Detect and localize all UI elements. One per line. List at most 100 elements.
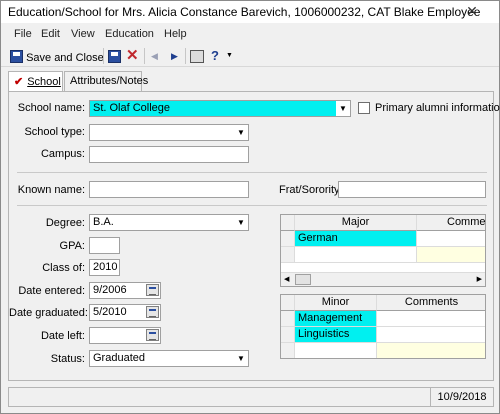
major-comments-column-header[interactable]: Commen xyxy=(417,215,485,231)
scroll-left-icon[interactable]: ◀ xyxy=(284,275,289,283)
date-graduated-input[interactable]: 5/2010 xyxy=(89,304,161,321)
save-close-icon xyxy=(10,50,23,63)
toolbar-separator xyxy=(103,48,104,64)
chevron-down-icon[interactable]: ▼ xyxy=(234,215,248,230)
save-and-close-label: Save and Close xyxy=(26,52,104,64)
minor-comments-column-header[interactable]: Comments xyxy=(377,295,485,311)
table-row-minor[interactable]: Management xyxy=(295,311,377,327)
tab-school-label: School xyxy=(27,76,61,88)
primary-alumni-label: Primary alumni information xyxy=(375,102,500,114)
tab-attributes-label: Attributes/Notes xyxy=(70,75,149,87)
chevron-down-icon[interactable]: ▼ xyxy=(234,351,248,366)
row-selector[interactable] xyxy=(281,327,295,343)
scroll-thumb[interactable] xyxy=(295,274,311,285)
date-entered-label: Date entered: xyxy=(18,285,85,297)
school-type-combo[interactable]: ▼ xyxy=(89,124,249,141)
calendar-icon[interactable] xyxy=(146,329,159,341)
date-entered-input[interactable]: 9/2006 xyxy=(89,282,161,299)
primary-alumni-checkbox[interactable] xyxy=(358,102,370,114)
help-icon[interactable]: ? xyxy=(211,48,219,64)
frat-label: Frat/Sorority: xyxy=(279,184,343,196)
school-name-label: School name: xyxy=(17,102,85,114)
close-button[interactable]: ✕ xyxy=(449,2,495,21)
row-selector[interactable] xyxy=(281,231,295,247)
chevron-down-icon[interactable]: ▼ xyxy=(336,101,350,116)
toolbar-separator xyxy=(185,48,186,64)
school-name-combo[interactable]: St. Olaf College ▼ xyxy=(89,100,351,117)
campus-label: Campus: xyxy=(40,148,85,160)
save-and-close-button[interactable]: Save and Close ▼ xyxy=(10,48,114,64)
grid-corner xyxy=(281,295,295,311)
major-grid[interactable]: Major Commen German ◀ ▶ xyxy=(280,214,486,287)
status-bar: 10/9/2018 xyxy=(8,387,494,407)
education-window: Education/School for Mrs. Alicia Constan… xyxy=(0,0,500,414)
row-selector[interactable] xyxy=(281,247,295,263)
degree-value: B.A. xyxy=(93,216,114,228)
menu-edit[interactable]: Edit xyxy=(41,28,60,40)
status-date: 10/9/2018 xyxy=(430,388,493,406)
section-divider xyxy=(17,172,487,173)
table-row-comments[interactable] xyxy=(417,231,485,247)
tab-attributes-notes[interactable]: Attributes/Notes xyxy=(64,71,148,91)
help-dropdown-icon[interactable]: ▼ xyxy=(226,48,233,64)
menu-bar: File Edit View Education Help xyxy=(1,26,499,42)
status-label: Status: xyxy=(50,353,85,365)
major-column-header[interactable]: Major xyxy=(295,215,417,231)
degree-combo[interactable]: B.A. ▼ xyxy=(89,214,249,231)
new-row-major[interactable] xyxy=(295,247,417,263)
known-name-label: Known name: xyxy=(17,184,85,196)
horizontal-scrollbar[interactable]: ◀ ▶ xyxy=(281,272,485,286)
new-row-minor[interactable] xyxy=(295,343,377,358)
frat-input[interactable] xyxy=(338,181,486,198)
new-row-comments[interactable] xyxy=(417,247,485,263)
menu-view[interactable]: View xyxy=(71,28,95,40)
table-row-comments[interactable] xyxy=(377,311,485,327)
gpa-label: GPA: xyxy=(59,240,85,252)
known-name-input[interactable] xyxy=(89,181,249,198)
table-row-comments[interactable] xyxy=(377,327,485,343)
scroll-right-icon[interactable]: ▶ xyxy=(477,275,482,283)
table-row-minor[interactable]: Linguistics xyxy=(295,327,377,343)
class-of-input[interactable]: 2010 xyxy=(89,259,120,276)
degree-label: Degree: xyxy=(45,217,85,229)
save-button[interactable] xyxy=(108,48,121,64)
next-record-icon[interactable]: ▶ xyxy=(171,48,178,64)
toolbar-separator xyxy=(144,48,145,64)
date-left-label: Date left: xyxy=(40,330,85,342)
status-combo[interactable]: Graduated ▼ xyxy=(89,350,249,367)
calendar-icon[interactable] xyxy=(146,306,159,318)
date-entered-value: 9/2006 xyxy=(93,284,127,296)
menu-help[interactable]: Help xyxy=(164,28,187,40)
save-icon xyxy=(108,50,121,63)
school-name-value: St. Olaf College xyxy=(93,102,171,114)
school-tab-panel: School name: St. Olaf College ▼ Primary … xyxy=(8,91,500,381)
table-row-major[interactable]: German xyxy=(295,231,417,247)
date-graduated-value: 5/2010 xyxy=(93,306,127,318)
status-value: Graduated xyxy=(93,352,145,364)
toolbar: Save and Close ▼ ✕ ◀ ▶ ? ▼ xyxy=(1,45,499,67)
minor-column-header[interactable]: Minor xyxy=(295,295,377,311)
new-row-comments[interactable] xyxy=(377,343,485,358)
previous-record-icon[interactable]: ◀ xyxy=(151,48,158,64)
grid-corner xyxy=(281,215,295,231)
check-icon: ✔ xyxy=(14,76,24,88)
row-selector[interactable] xyxy=(281,311,295,327)
delete-icon[interactable]: ✕ xyxy=(126,48,139,64)
campus-input[interactable] xyxy=(89,146,249,163)
tab-school[interactable]: ✔ School xyxy=(8,71,63,92)
section-divider xyxy=(17,205,487,206)
class-of-label: Class of: xyxy=(42,262,85,274)
minor-grid[interactable]: Minor Comments Management Linguistics xyxy=(280,294,486,359)
title-bar: Education/School for Mrs. Alicia Constan… xyxy=(1,1,499,23)
row-selector[interactable] xyxy=(281,343,295,358)
menu-education[interactable]: Education xyxy=(105,28,154,40)
date-graduated-label: Date graduated: xyxy=(9,307,88,319)
gpa-input[interactable] xyxy=(89,237,120,254)
menu-file[interactable]: File xyxy=(14,28,32,40)
chevron-down-icon[interactable]: ▼ xyxy=(234,125,248,140)
print-icon[interactable] xyxy=(190,50,204,63)
calendar-icon[interactable] xyxy=(146,284,159,296)
date-left-input[interactable] xyxy=(89,327,161,344)
window-title: Education/School for Mrs. Alicia Constan… xyxy=(8,5,481,19)
school-type-label: School type: xyxy=(24,126,85,138)
